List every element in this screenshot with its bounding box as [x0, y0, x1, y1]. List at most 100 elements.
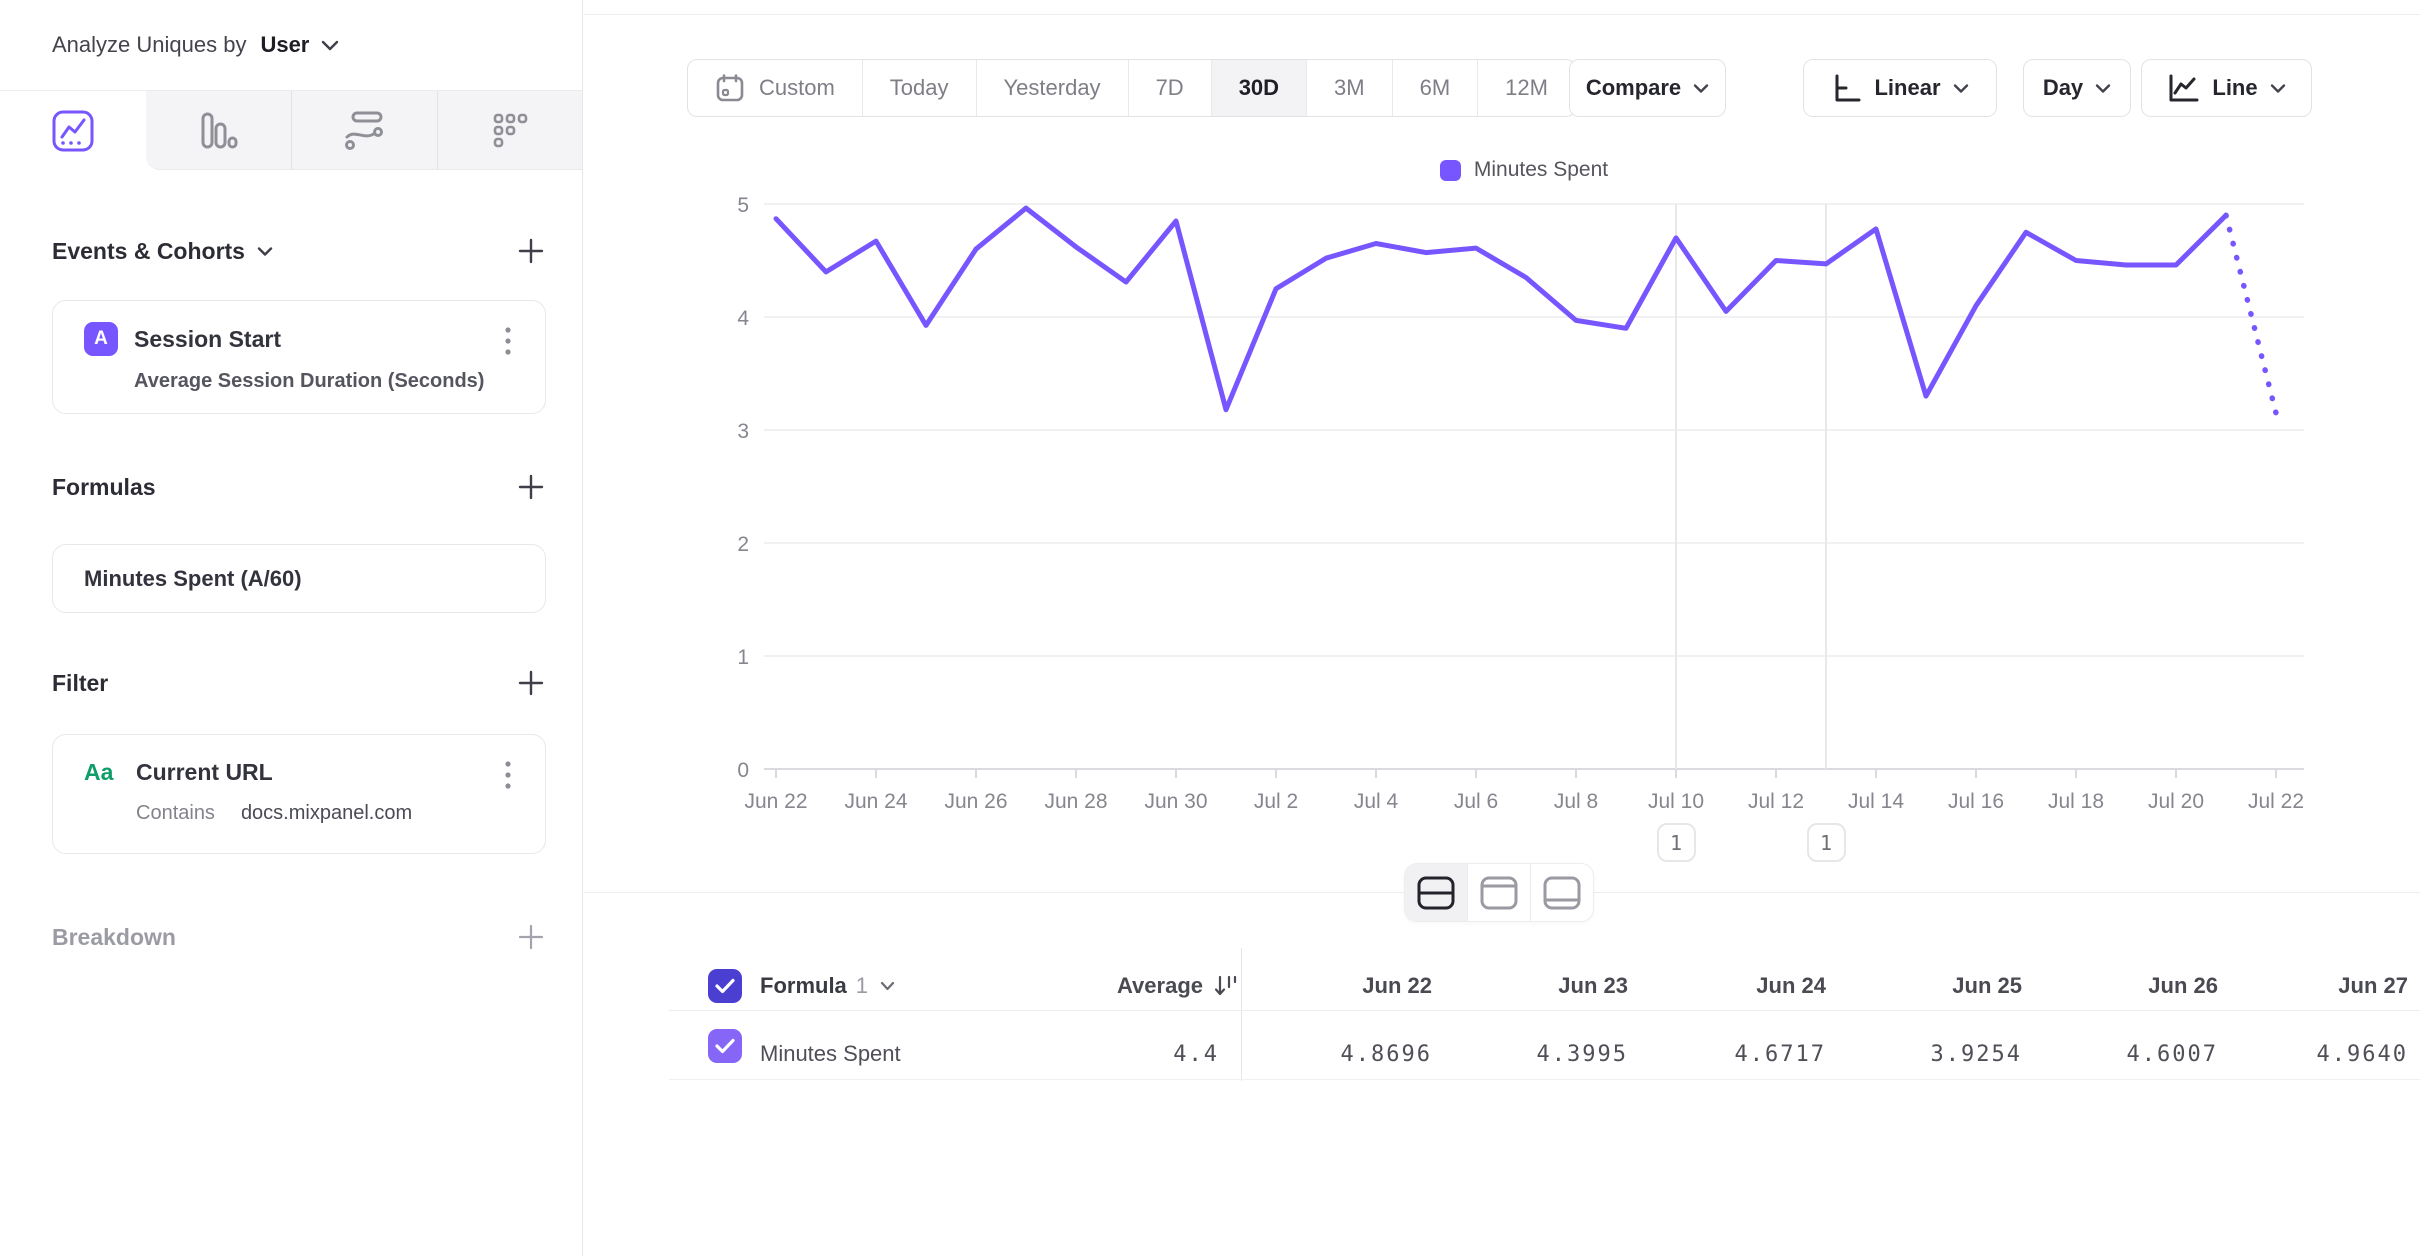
analyze-uniques-row: Analyze Uniques by User — [0, 0, 582, 91]
annotation-badge-label: 1 — [1820, 831, 1832, 855]
date-column-header[interactable]: Jun 25 — [1952, 962, 2022, 1010]
events-cohorts-section-header: Events & Cohorts — [52, 233, 546, 269]
y-tick-label: 0 — [737, 759, 749, 782]
tab-flows[interactable] — [291, 91, 437, 170]
chart-type-button[interactable]: Line — [2141, 59, 2312, 117]
filter-title: Filter — [52, 670, 108, 697]
x-tick-label: Jun 30 — [1144, 790, 1207, 813]
series-value-cell: 3.9254 — [1931, 1030, 2022, 1078]
filter-card-title[interactable]: Current URL — [136, 759, 273, 786]
tab-retention[interactable] — [437, 91, 583, 170]
date-column-header[interactable]: Jun 27 — [2338, 962, 2408, 1010]
layout-chart-only-button[interactable] — [1467, 864, 1530, 921]
average-column-header[interactable]: Average — [1117, 962, 1238, 1010]
formula-card-title: Minutes Spent (A/60) — [84, 566, 302, 592]
compare-label: Compare — [1586, 75, 1681, 101]
y-tick-label: 3 — [737, 420, 749, 443]
table-row-divider — [669, 1079, 2420, 1080]
range-3m[interactable]: 3M — [1306, 60, 1392, 116]
range-today[interactable]: Today — [862, 60, 976, 116]
add-breakdown-button[interactable] — [516, 922, 546, 952]
add-formula-button[interactable] — [516, 472, 546, 502]
range-30d[interactable]: 30D — [1211, 60, 1306, 116]
layout-toggle-group — [1405, 864, 1593, 921]
event-card-menu-button[interactable] — [493, 321, 523, 361]
date-column-header[interactable]: Jun 24 — [1756, 962, 1826, 1010]
series-value-cell: 4.6717 — [1735, 1030, 1826, 1078]
series-row-label[interactable]: Minutes Spent — [760, 1030, 901, 1078]
range-label: 3M — [1334, 75, 1365, 101]
add-filter-button[interactable] — [516, 668, 546, 698]
top-divider — [584, 14, 2420, 15]
query-builder-sidebar: Analyze Uniques by User — [0, 0, 583, 1256]
annotation-badge-label: 1 — [1670, 831, 1682, 855]
average-label: Average — [1117, 973, 1203, 999]
series-value-cell: 4.3995 — [1537, 1030, 1628, 1078]
range-label: 6M — [1420, 75, 1451, 101]
date-column-header[interactable]: Jun 22 — [1362, 962, 1432, 1010]
chart-legend[interactable]: Minutes Spent — [674, 158, 2374, 182]
line-chart-icon — [2167, 73, 2199, 103]
metrics-grid-icon — [487, 107, 533, 153]
interval-button[interactable]: Day — [2023, 59, 2131, 117]
x-tick-label: Jun 28 — [1044, 790, 1107, 813]
top-panel-icon — [1479, 875, 1519, 911]
formula-group-checkbox[interactable] — [708, 969, 742, 1003]
y-tick-label: 2 — [737, 533, 749, 556]
check-icon — [715, 978, 735, 994]
x-tick-label: Jun 22 — [744, 790, 807, 813]
event-card-title[interactable]: Session Start — [134, 326, 281, 353]
filter-operator[interactable]: Contains — [136, 802, 215, 825]
formula-group-header[interactable]: Formula 1 — [760, 962, 895, 1010]
compare-button[interactable]: Compare — [1569, 59, 1726, 117]
series-checkbox[interactable] — [708, 1029, 742, 1063]
series-line[interactable] — [776, 208, 2226, 410]
x-tick-label: Jul 20 — [2148, 790, 2204, 813]
line-chart[interactable]: 012345Jun 22Jun 24Jun 26Jun 28Jun 30Jul … — [674, 190, 2374, 890]
average-value: 4.4 — [1173, 1030, 1219, 1078]
range-label: Custom — [759, 75, 835, 101]
x-tick-label: Jul 4 — [1354, 790, 1399, 813]
x-tick-label: Jul 14 — [1848, 790, 1904, 813]
range-yesterday[interactable]: Yesterday — [976, 60, 1128, 116]
range-custom[interactable]: Custom — [688, 60, 862, 116]
filter-value[interactable]: docs.mixpanel.com — [241, 802, 412, 825]
table-header-divider — [669, 1010, 2420, 1011]
range-7d[interactable]: 7D — [1128, 60, 1211, 116]
chevron-down-icon — [2270, 83, 2286, 94]
events-cohorts-title[interactable]: Events & Cohorts — [52, 238, 273, 265]
event-card-aggregation[interactable]: Average Session Duration (Seconds) — [134, 370, 521, 393]
interval-label: Day — [2043, 75, 2083, 101]
layout-split-view-button[interactable] — [1405, 864, 1467, 921]
filter-card-current-url[interactable]: Aa Current URL Contains docs.mixpanel.co… — [52, 734, 546, 854]
filter-card-menu-button[interactable] — [493, 755, 523, 795]
x-tick-label: Jul 22 — [2248, 790, 2304, 813]
check-icon — [715, 1038, 735, 1054]
series-value-cell: 4.8696 — [1341, 1030, 1432, 1078]
analyze-uniques-value[interactable]: User — [260, 32, 309, 58]
chevron-down-icon — [321, 39, 339, 51]
x-tick-label: Jul 2 — [1254, 790, 1298, 813]
add-event-button[interactable] — [516, 236, 546, 266]
tab-insights[interactable] — [0, 91, 146, 170]
x-tick-label: Jul 6 — [1454, 790, 1498, 813]
filter-section-header: Filter — [52, 665, 546, 701]
range-6m[interactable]: 6M — [1392, 60, 1478, 116]
tab-funnels[interactable] — [146, 91, 292, 170]
range-12m[interactable]: 12M — [1477, 60, 1575, 116]
date-column-header[interactable]: Jun 23 — [1558, 962, 1628, 1010]
linear-scale-icon — [1831, 73, 1861, 103]
scale-label: Linear — [1874, 75, 1940, 101]
event-card-session-start[interactable]: A Session Start Average Session Duration… — [52, 300, 546, 414]
events-cohorts-title-text: Events & Cohorts — [52, 238, 245, 265]
line-chart-canvas[interactable]: 012345Jun 22Jun 24Jun 26Jun 28Jun 30Jul … — [674, 190, 2374, 890]
date-range-selector: Custom TodayYesterday 7D 30D 3M 6M 12M — [687, 59, 1576, 117]
series-value-cell: 4.9640 — [2317, 1030, 2408, 1078]
range-label: 7D — [1156, 75, 1184, 101]
formula-card-minutes-spent[interactable]: Minutes Spent (A/60) — [52, 544, 546, 613]
date-column-header[interactable]: Jun 26 — [2148, 962, 2218, 1010]
series-line-incomplete[interactable] — [2226, 215, 2276, 413]
scale-button[interactable]: Linear — [1803, 59, 1997, 117]
layout-table-only-button[interactable] — [1530, 864, 1593, 921]
table-column-divider — [1241, 948, 1242, 1081]
